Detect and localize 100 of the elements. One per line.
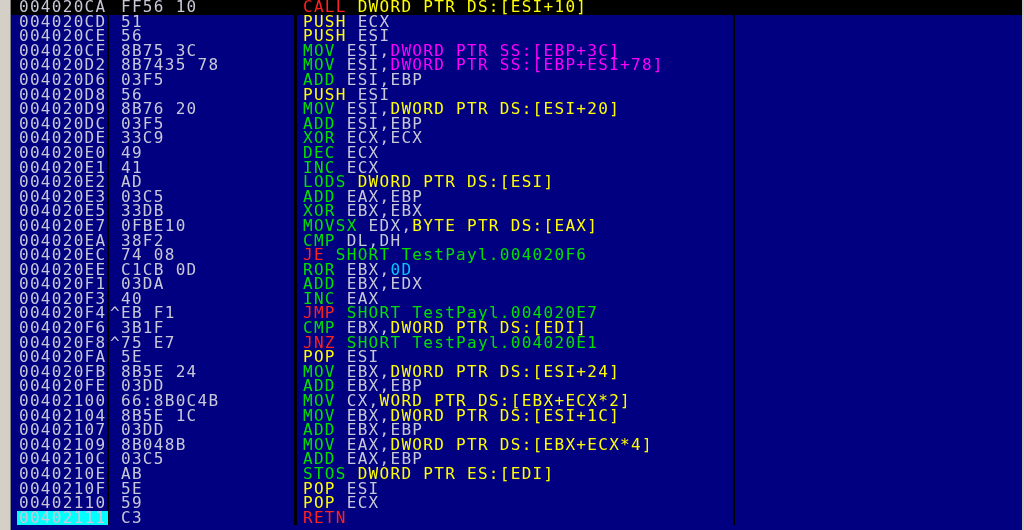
hex-bytes: 5E [121,350,143,365]
disassembly-row[interactable]: 004020E3 03C5 ADD EAX,EBP [11,189,1022,205]
address-text: 0040210F [18,481,108,497]
hex-bytes: 0FBE10 [121,218,187,234]
hex-bytes: AD [121,175,143,190]
address-text: 004020FA [18,350,108,365]
disassembly-row[interactable]: 004020CE 56 PUSH ESI [11,29,1022,44]
hex-bytes: 33C9 [121,131,165,146]
hex-bytes: 8B7435 78 [121,58,220,73]
address-text: 004020F8 [18,335,108,351]
hex-bytes: 41 [121,160,143,176]
disassembly-row[interactable]: 004020E7 0FBE10 MOVSX EDX,BYTE PTR DS:[EAX] [11,218,1022,234]
disassembly-row[interactable]: 004020D8 56 PUSH ESI [11,87,1022,103]
hex-bytes: 8B048B [121,437,187,453]
disassembly-row[interactable]: 004020F1 03DA ADD EBX,EDX [11,277,1022,292]
address-text: 004020F4 [18,306,108,322]
address-text: 004020FB [18,364,108,380]
hex-bytes: 56 [121,87,143,103]
disassembly-row[interactable]: 004020EC 74 08 JE SHORT TestPayl.004020F6 [11,248,1022,263]
instruction-text: CALL DWORD PTR DS:[ESI+10] [303,0,588,16]
disassembly-row[interactable]: 004020E0 49 DEC ECX [11,145,1022,161]
address-text: 004020E0 [18,145,108,161]
hex-bytes: 03F5 [121,116,165,132]
disassembly-row[interactable]: 0040210F 5E POP ESI [11,481,1022,497]
disassembly-row[interactable]: 004020F4 ^EB F1 JMP SHORT TestPayl.004020E7 [11,306,1022,322]
hex-bytes: 03C5 [121,452,165,467]
disassembly-row[interactable]: 004020CD 51 PUSH ECX [11,14,1022,30]
disassembly-row[interactable]: 004020E2 AD LODS DWORD PTR DS:[ESI] [11,175,1022,190]
disassembly-row[interactable]: 0040210C 03C5 ADD EAX,EBP [11,452,1022,467]
address-text: 004020D2 [18,58,108,73]
hex-bytes: 03C5 [121,189,165,205]
hex-bytes: 3B1F [121,321,165,336]
hex-bytes: 38F2 [121,233,165,249]
hex-bytes: AB [121,467,143,482]
hex-bytes: 56 [121,29,143,44]
hex-bytes: 66:8B0C4B [121,394,220,409]
address-text: 004020EE [18,262,108,278]
disassembly-row[interactable]: 0040210E AB STOS DWORD PTR ES:[EDI] [11,467,1022,482]
address-text: 0040210C [18,452,108,467]
address-text: 004020DC [18,116,108,132]
hex-bytes: 51 [121,14,143,30]
address-text: 004020DE [18,131,108,146]
instruction-text: RETN [303,507,347,527]
address-text: 00402104 [18,408,108,424]
address-text: 004020CD [18,14,108,30]
address-text: 004020E3 [18,189,108,205]
hex-bytes: 75 E7 [121,335,176,351]
address-text: 004020E1 [18,160,108,176]
address-text: 0040210E [18,467,108,482]
address-text: 004020CE [18,29,108,44]
disassembly-row[interactable]: 004020CA FF56 10 CALL DWORD PTR DS:[ESI+10] [11,0,1022,15]
address-text: 00402110 [18,496,108,511]
hex-bytes: 8B5E 24 [121,364,198,380]
address-text: 004020E5 [18,204,108,219]
disassembly-row[interactable]: 004020E1 41 INC ECX [11,160,1022,176]
hex-bytes: 5E [121,481,143,497]
disassembly-row[interactable]: 004020FE 03DD ADD EBX,EBP [11,379,1022,395]
hex-bytes: 74 08 [121,248,176,263]
hex-bytes: 03DD [121,423,165,438]
hex-bytes: 49 [121,145,143,161]
address-text: 00402107 [18,423,108,438]
disassembly-row[interactable]: 00402104 8B5E 1C MOV EBX,DWORD PTR DS:[ESI+1C] [11,408,1022,424]
address-text: 004020CA [18,0,108,15]
disassembly-row[interactable]: 004020E5 33DB XOR EBX,EBX [11,204,1022,219]
jump-mark: ^ [110,332,121,352]
hex-bytes: 03F5 [121,72,165,88]
hex-bytes: 40 [121,291,143,307]
disassembly-row[interactable]: 004020F8 ^75 E7 JNZ SHORT TestPayl.004020E1 [11,335,1022,351]
hex-bytes: 59 [121,496,143,511]
hex-bytes: 03DD [121,379,165,395]
address-text: 00402100 [18,394,108,409]
address-text: 004020D9 [18,102,108,117]
address-text: 004020F1 [18,277,108,292]
address-text: 004020F6 [18,321,108,336]
address-text: 004020E7 [18,218,108,234]
address-text: 004020FE [18,379,108,395]
disassembly-row[interactable]: 004020FA 5E POP ESI [11,350,1022,365]
address-text: 00402109 [18,437,108,453]
address-text: 004020D6 [18,72,108,88]
disassembly-row[interactable]: 00402109 8B048B MOV EAX,DWORD PTR DS:[EBX+ECX*4] [11,437,1022,453]
disassembly-row[interactable]: 004020EE C1CB 0D ROR EBX,0D [11,262,1022,278]
address-text: 004020EA [18,233,108,249]
hex-bytes: FF56 10 [121,0,198,15]
hex-bytes: EB F1 [121,306,176,322]
disassembly-row[interactable]: 004020FB 8B5E 24 MOV EBX,DWORD PTR DS:[ESI+24] [11,364,1022,380]
hex-bytes: 03DA [121,277,165,292]
disassembly-row[interactable]: 00402111 C3 RETN [11,510,1022,526]
address-text: 004020E2 [18,175,108,190]
hex-bytes: C3 [121,510,143,526]
hex-bytes: C1CB 0D [121,262,198,278]
hex-bytes: 8B75 3C [121,43,198,59]
address-text: 004020EC [18,248,108,263]
hex-bytes: 8B5E 1C [121,408,198,424]
address-text: 004020CF [18,43,108,59]
hex-bytes: 8B76 20 [121,102,198,117]
disassembly-row[interactable]: 00402107 03DD ADD EBX,EBP [11,423,1022,438]
address-text: 004020D8 [18,87,108,103]
address-text: 004020F3 [18,291,108,307]
hex-bytes: 33DB [121,204,165,219]
address-text: 00402111 [17,510,109,526]
